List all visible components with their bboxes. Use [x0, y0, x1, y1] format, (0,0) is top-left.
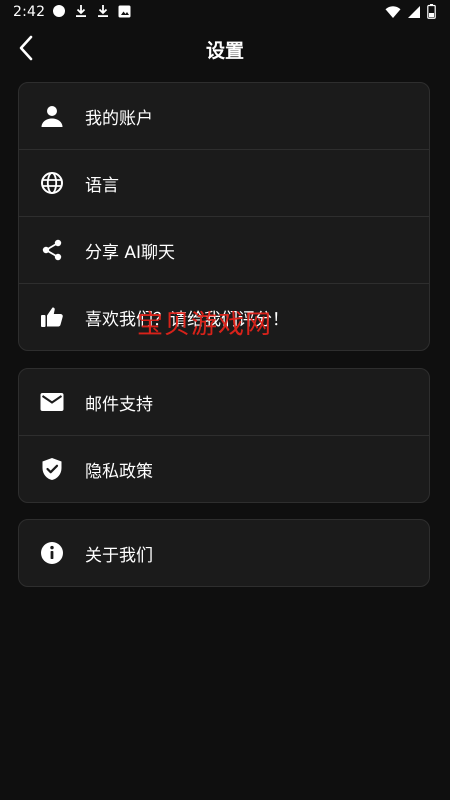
status-bar: 2:42	[0, 0, 450, 26]
globe-icon	[38, 169, 66, 197]
menu-item-label: 邮件支持	[85, 394, 153, 415]
status-time: 2:42	[13, 4, 46, 20]
menu-item-label: 分享 AI聊天	[85, 242, 176, 263]
settings-group-about: 关于我们	[18, 519, 430, 587]
menu-item-about-us[interactable]: 关于我们	[19, 520, 429, 586]
menu-item-language[interactable]: 语言	[19, 149, 429, 216]
menu-item-privacy-policy[interactable]: 隐私政策	[19, 435, 429, 502]
top-bar: 设置	[0, 26, 450, 74]
shield-check-icon	[38, 455, 66, 483]
menu-item-share[interactable]: 分享 AI聊天	[19, 216, 429, 283]
thumbs-up-icon	[38, 303, 66, 331]
settings-group-support: 邮件支持 隐私政策	[18, 368, 430, 503]
menu-item-label: 喜欢我们？请给我们评分！	[85, 309, 289, 330]
download-icon	[96, 4, 110, 18]
circle-icon	[52, 4, 66, 18]
battery-icon	[427, 4, 436, 19]
status-icons-right	[385, 4, 436, 19]
person-icon	[38, 102, 66, 130]
info-icon	[38, 539, 66, 567]
menu-item-email-support[interactable]: 邮件支持	[19, 369, 429, 435]
menu-item-label: 语言	[85, 175, 119, 196]
status-icons-left	[52, 4, 131, 18]
menu-item-label: 隐私政策	[85, 461, 153, 482]
menu-item-my-account[interactable]: 我的账户	[19, 83, 429, 149]
mail-icon	[38, 388, 66, 416]
menu-item-rate-us[interactable]: 喜欢我们？请给我们评分！	[19, 283, 429, 350]
wifi-icon	[385, 5, 401, 19]
download-icon	[74, 4, 88, 18]
share-icon	[38, 236, 66, 264]
photo-icon	[118, 5, 131, 18]
menu-item-label: 关于我们	[85, 545, 153, 566]
settings-group-general: 我的账户 语言 分享 AI聊天 喜欢我们？请给我们评分！	[18, 82, 430, 351]
signal-icon	[407, 5, 421, 19]
page-title: 设置	[205, 40, 244, 62]
menu-item-label: 我的账户	[85, 108, 153, 129]
